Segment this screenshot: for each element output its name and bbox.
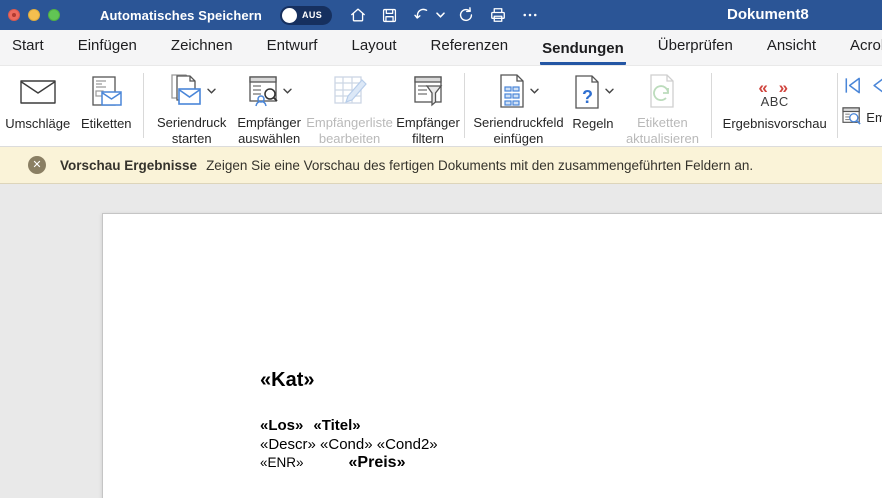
find-recipient-label: Em (866, 110, 882, 125)
autosave-label: Automatisches Speichern (100, 8, 262, 23)
labels-button[interactable]: Etiketten (73, 69, 139, 146)
merge-field-descr[interactable]: «Descr» (260, 436, 316, 453)
button-label: Regeln (572, 116, 613, 132)
merge-field-kat[interactable]: «Kat» (260, 369, 314, 392)
merge-field-cond2[interactable]: «Cond2» (377, 436, 438, 453)
start-mail-merge-button[interactable]: Seriendruck starten (148, 69, 235, 146)
insert-merge-field-button[interactable]: Seriendruckfeld einfügen (469, 69, 568, 146)
tab-ansicht[interactable]: Ansicht (765, 37, 818, 65)
merge-field-titel[interactable]: «Titel» (313, 417, 360, 434)
find-recipient-button[interactable]: Em (842, 107, 882, 128)
labels-envelope-icon (88, 76, 124, 113)
tab-acrobat[interactable]: Acrobat (848, 37, 882, 65)
tab-layout[interactable]: Layout (349, 37, 398, 65)
button-label: Etiketten (81, 116, 132, 132)
tab-einfuegen[interactable]: Einfügen (76, 37, 139, 65)
button-label: Empfängerliste bearbeiten (303, 115, 396, 146)
home-icon[interactable] (346, 3, 370, 27)
chevron-down-icon[interactable] (605, 81, 614, 99)
titlebar: Automatisches Speichern AUS (0, 0, 882, 30)
previous-record-icon[interactable] (869, 75, 882, 101)
merge-field-los[interactable]: «Los» (260, 417, 303, 434)
envelopes-button[interactable]: Umschläge (2, 69, 73, 146)
select-recipients-icon (246, 74, 280, 113)
merge-line-descr: «Descr» «Cond» «Cond2» (260, 436, 438, 455)
close-window-button[interactable] (8, 9, 20, 21)
toggle-knob (282, 8, 297, 23)
merge-field-cond[interactable]: «Cond» (320, 436, 373, 453)
update-labels-button: Etiketten aktualisieren (618, 69, 707, 146)
merge-field-preis[interactable]: «Preis» (349, 454, 406, 471)
find-recipient-icon (842, 107, 862, 128)
tab-start[interactable]: Start (10, 37, 46, 65)
window-controls (8, 9, 60, 21)
more-icon[interactable] (518, 3, 542, 27)
tab-ueberpruefen[interactable]: Überprüfen (656, 37, 735, 65)
edit-recipient-list-icon (332, 74, 368, 113)
button-label: Etiketten aktualisieren (618, 115, 707, 146)
svg-text:?: ? (582, 87, 593, 107)
document-workspace: «Kat» «Los» «Titel» «Descr» «Cond» «Cond2… (0, 184, 882, 498)
zoom-window-button[interactable] (48, 9, 60, 21)
ribbon-group-separator (711, 73, 712, 138)
button-label: Umschläge (5, 116, 70, 132)
filter-recipients-icon (412, 75, 444, 112)
merge-line-los-titel: «Los» «Titel» (260, 417, 438, 436)
first-record-icon[interactable] (842, 75, 863, 101)
button-label: Ergebnisvorschau (723, 116, 827, 132)
merge-line-enr-preis: «ENR» «Preis» (260, 454, 438, 473)
preview-results-icon: « » ABC (758, 81, 791, 108)
preview-results-button[interactable]: « » ABC Ergebnisvorschau (716, 69, 833, 146)
tab-sendungen[interactable]: Sendungen (540, 40, 626, 65)
autosave-toggle[interactable]: AUS (280, 6, 332, 25)
print-icon[interactable] (486, 3, 510, 27)
ribbon-group-separator (143, 73, 144, 138)
button-label: Seriendruck starten (148, 115, 235, 146)
ribbon-group-separator (837, 73, 838, 138)
tab-zeichnen[interactable]: Zeichnen (169, 37, 235, 65)
ribbon-tab-bar: Start Einfügen Zeichnen Entwurf Layout R… (0, 30, 882, 66)
notification-message: Zeigen Sie eine Vorschau des fertigen Do… (206, 158, 753, 173)
merge-field-enr[interactable]: «ENR» (260, 455, 304, 470)
notification-bar: ✕ Vorschau Ergebnisse Zeigen Sie eine Vo… (0, 147, 882, 184)
ribbon: Umschläge Etiketten Seriendruck starten (0, 66, 882, 147)
edit-recipient-list-button: Empfängerliste bearbeiten (303, 69, 396, 146)
ribbon-group-separator (464, 73, 465, 138)
chevron-down-icon[interactable] (207, 81, 216, 99)
undo-icon[interactable] (410, 3, 434, 27)
start-mail-merge-icon (168, 73, 204, 114)
button-label: Empfänger filtern (396, 115, 460, 146)
button-label: Empfänger auswählen (235, 115, 303, 146)
undo-dropdown-chevron[interactable] (436, 3, 446, 27)
button-label: Seriendruckfeld einfügen (469, 115, 568, 146)
envelope-icon (19, 78, 57, 111)
document-page[interactable]: «Kat» «Los» «Titel» «Descr» «Cond» «Cond2… (102, 213, 882, 498)
autosave-state: AUS (302, 10, 322, 20)
update-labels-icon (647, 73, 677, 114)
tab-referenzen[interactable]: Referenzen (429, 37, 511, 65)
tab-entwurf[interactable]: Entwurf (265, 37, 320, 65)
select-recipients-button[interactable]: Empfänger auswählen (235, 69, 303, 146)
document-title: Dokument8 (727, 0, 809, 30)
chevron-down-icon[interactable] (283, 81, 292, 99)
minimize-window-button[interactable] (28, 9, 40, 21)
chevron-down-icon[interactable] (530, 81, 539, 99)
notification-title: Vorschau Ergebnisse (60, 158, 197, 173)
merge-field-block: «Los» «Titel» «Descr» «Cond» «Cond2» «ENR… (260, 417, 438, 473)
insert-merge-field-icon (497, 73, 527, 114)
redo-icon[interactable] (454, 3, 478, 27)
word-window: Automatisches Speichern AUS (0, 0, 882, 498)
save-icon[interactable] (378, 3, 402, 27)
rules-icon: ? (572, 74, 602, 115)
dismiss-circle-icon[interactable]: ✕ (28, 156, 46, 174)
filter-recipients-button[interactable]: Empfänger filtern (396, 69, 460, 146)
rules-button[interactable]: ? Regeln (568, 69, 618, 146)
record-navigation-cluster: Em (842, 69, 882, 146)
